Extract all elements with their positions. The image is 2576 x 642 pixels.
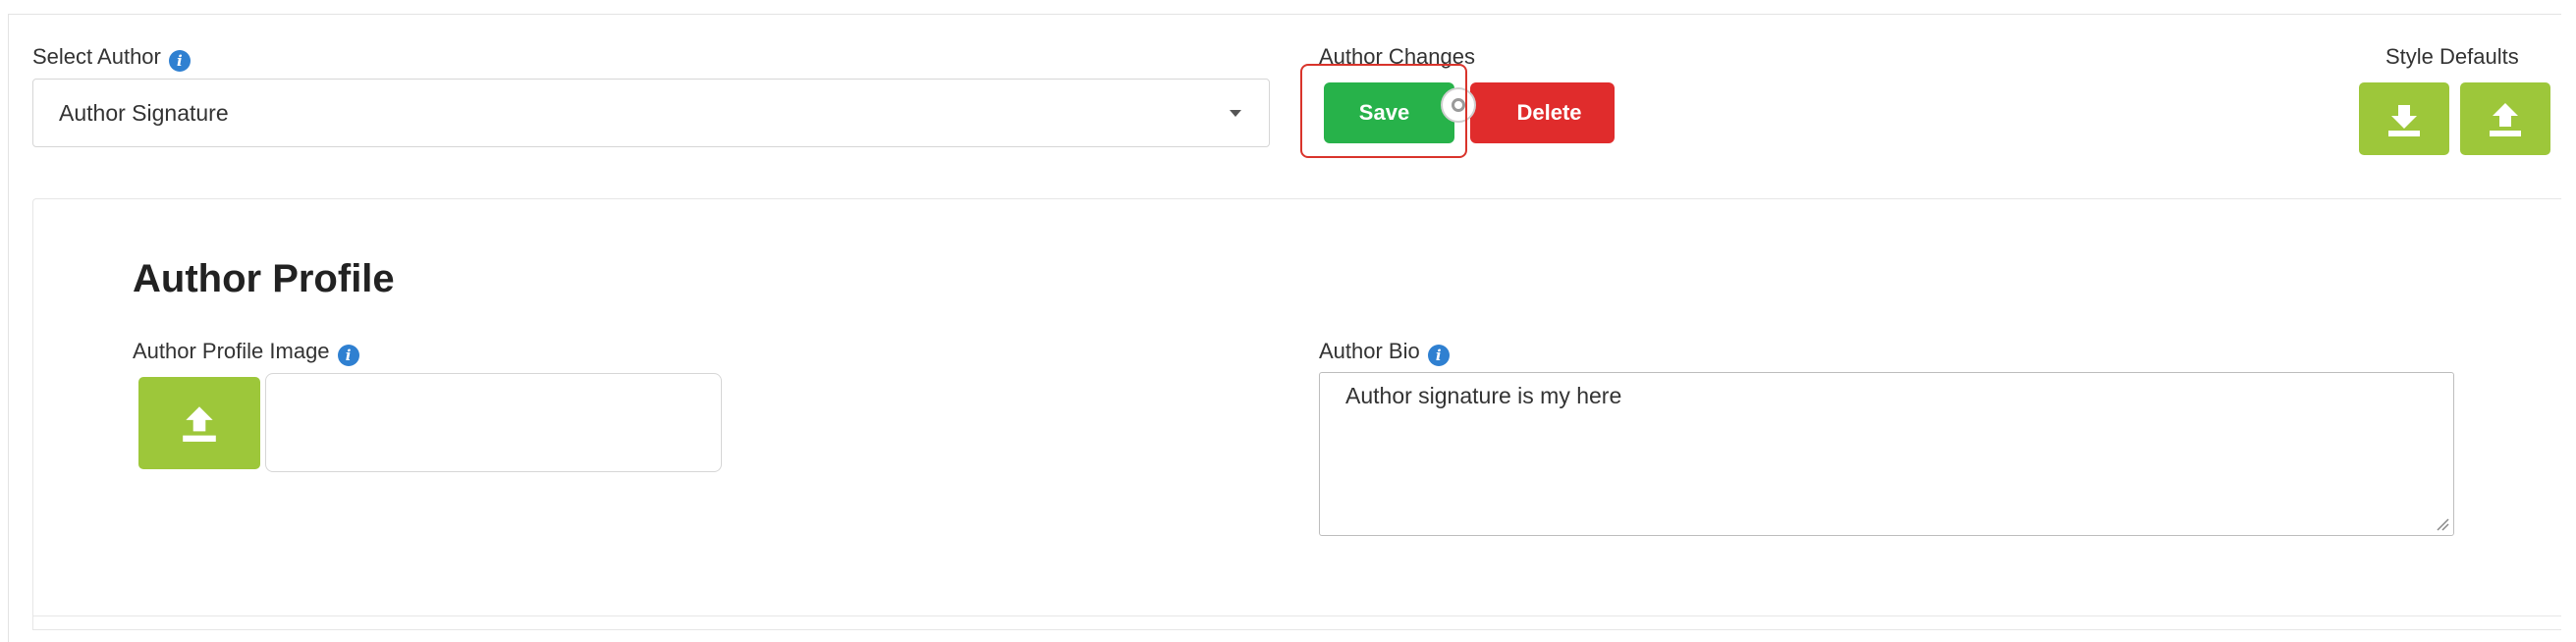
upload-icon bbox=[183, 406, 216, 442]
select-author-label-group: Select Author i bbox=[32, 44, 191, 72]
style-defaults-label: Style Defaults bbox=[2385, 44, 2519, 70]
author-bio-label: Author Bio bbox=[1319, 339, 1420, 363]
profile-image-field[interactable] bbox=[265, 373, 722, 472]
select-author-label: Select Author bbox=[32, 44, 161, 69]
info-icon[interactable]: i bbox=[1427, 345, 1450, 366]
upload-icon bbox=[2490, 103, 2521, 136]
author-bio-value: Author signature is my here bbox=[1345, 383, 1622, 408]
author-bio-label-group: Author Bio i bbox=[1319, 339, 1450, 366]
section-title: Author Profile bbox=[133, 257, 395, 300]
caret-down-icon bbox=[1230, 110, 1241, 117]
profile-image-label-group: Author Profile Image i bbox=[133, 339, 359, 366]
info-icon[interactable]: i bbox=[168, 50, 191, 72]
delete-button[interactable]: Delete bbox=[1470, 82, 1615, 143]
download-icon bbox=[2388, 105, 2420, 136]
info-icon[interactable]: i bbox=[337, 345, 359, 366]
highlight-box bbox=[1300, 64, 1467, 158]
profile-image-label: Author Profile Image bbox=[133, 339, 330, 363]
delete-button-label: Delete bbox=[1516, 100, 1582, 125]
style-download-button[interactable] bbox=[2359, 82, 2449, 155]
style-defaults-label-text: Style Defaults bbox=[2385, 44, 2519, 69]
divider bbox=[32, 615, 2561, 616]
author-select-value: Author Signature bbox=[59, 99, 229, 126]
author-bio-textarea[interactable]: Author signature is my here bbox=[1319, 372, 2454, 536]
author-select[interactable]: Author Signature bbox=[32, 79, 1270, 147]
style-upload-button[interactable] bbox=[2460, 82, 2550, 155]
resize-handle-icon[interactable] bbox=[2436, 517, 2449, 531]
profile-image-upload-button[interactable] bbox=[138, 377, 260, 469]
